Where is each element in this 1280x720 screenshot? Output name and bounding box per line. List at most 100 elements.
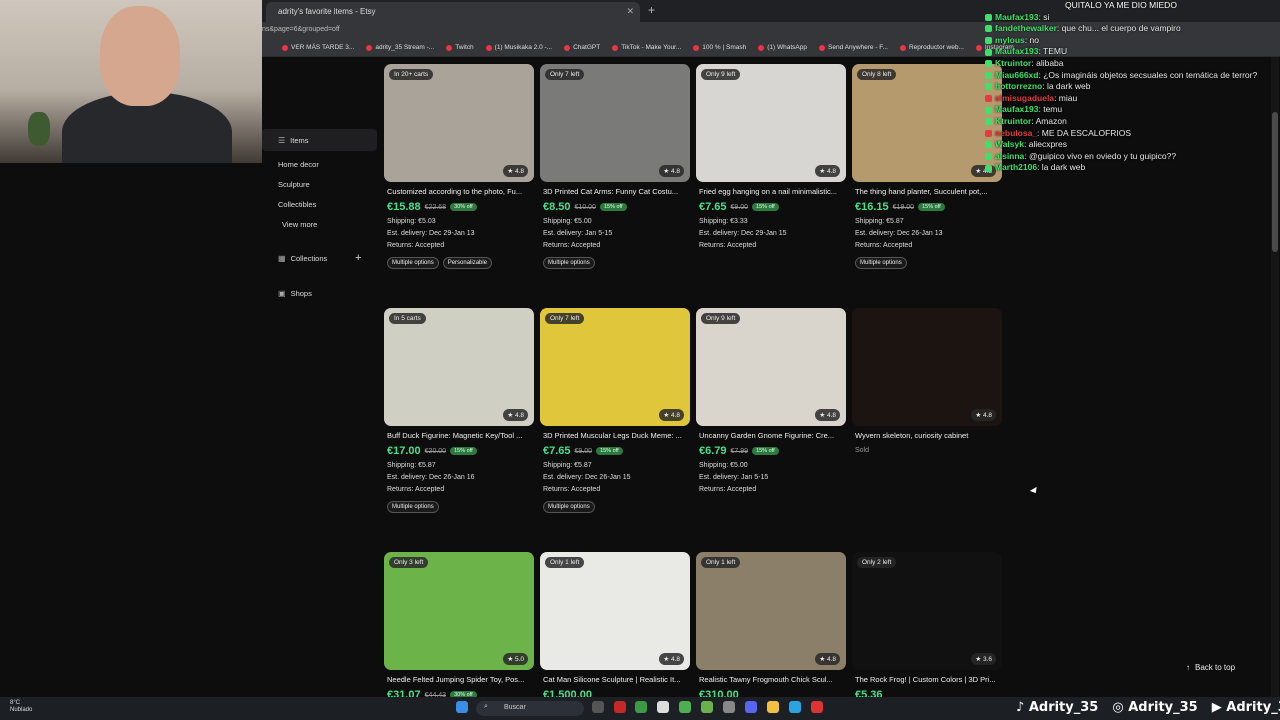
bookmark-item[interactable]: adrity_35 Stream -... (366, 44, 434, 51)
shipping-info: Shipping: €5.87 (384, 462, 534, 469)
bookmark-item[interactable]: TikTok - Make Your... (612, 44, 681, 51)
scrollbar-thumb[interactable] (1272, 112, 1278, 252)
product-card[interactable]: In 5 carts ★ 4.8 Buff Duck Figurine: Magne… (384, 308, 534, 513)
product-title[interactable]: The Rock Frog! | Custom Colors | 3D Pri.… (852, 675, 1002, 684)
delivery-info: Est. delivery: Dec 29-Jan 15 (696, 230, 846, 237)
windows-start-icon[interactable] (456, 701, 468, 713)
product-image[interactable]: Only 7 left ★ 4.8 (540, 64, 690, 182)
product-title[interactable]: Realistic Tawny Frogmouth Chick Scul... (696, 675, 846, 684)
grid-icon: ▦ (278, 254, 286, 263)
product-card[interactable]: Only 9 left ★ 4.8 Uncanny Garden Gnome Fig… (696, 308, 846, 493)
option-chip[interactable]: Multiple options (387, 501, 439, 513)
option-chip[interactable]: Multiple options (543, 257, 595, 269)
product-card[interactable]: Only 1 left ★ 4.8 Cat Man Silicone Sculptu… (540, 552, 690, 701)
taskbar-search[interactable]: ⌕ Buscar (476, 701, 584, 716)
product-title[interactable]: Cat Man Silicone Sculpture | Realistic I… (540, 675, 690, 684)
chat-text: alibaba (1036, 57, 1064, 68)
sidebar-item-collectibles[interactable]: Collectibles (278, 200, 316, 209)
returns-info: Returns: Accepted (384, 486, 534, 493)
stock-badge: Only 9 left (701, 69, 741, 80)
product-title[interactable]: 3D Printed Muscular Legs Duck Meme: ... (540, 431, 690, 440)
product-image[interactable]: In 20+ carts ★ 4.8 (384, 64, 534, 182)
product-title[interactable]: 3D Printed Cat Arms: Funny Cat Costu... (540, 187, 690, 196)
product-image[interactable]: Only 8 left ★ 4.8 (852, 64, 1002, 182)
discount-badge: 30% off (450, 203, 477, 211)
sidebar-item-items[interactable]: ☰ Items (262, 129, 377, 151)
product-title[interactable]: Needle Felted Jumping Spider Toy, Pos... (384, 675, 534, 684)
option-chips: Multiple options (540, 501, 690, 513)
shipping-info: Shipping: €5.00 (540, 218, 690, 225)
product-image[interactable]: Only 1 left ★ 4.8 (540, 552, 690, 670)
app-icon[interactable] (811, 701, 823, 713)
product-image[interactable]: Only 3 left ★ 5.0 (384, 552, 534, 670)
product-image[interactable]: Only 9 left ★ 4.8 (696, 64, 846, 182)
option-chip[interactable]: Personalizable (442, 257, 493, 269)
close-tab-icon[interactable]: ✕ (626, 6, 634, 17)
sidebar-item-collections[interactable]: ▦ Collections (278, 254, 327, 263)
new-tab-icon[interactable]: + (648, 3, 655, 17)
discord-icon[interactable] (745, 701, 757, 713)
edge-icon[interactable] (789, 701, 801, 713)
app-icon[interactable] (723, 701, 735, 713)
bookmark-item[interactable]: (1) WhatsApp (758, 44, 807, 51)
product-card[interactable]: ★ 4.8 Wyvern skeleton, curiosity cabinet S… (852, 308, 1002, 454)
product-image[interactable]: Only 2 left ★ 3.6 (852, 552, 1002, 670)
task-view-icon[interactable] (592, 701, 604, 713)
sidebar-item-sculpture[interactable]: Sculpture (278, 180, 310, 189)
chat-message: Maufax193: TEMU (985, 46, 1280, 58)
rating-badge: ★ 4.8 (971, 409, 996, 421)
rating-badge: ★ 4.8 (815, 165, 840, 177)
bookmark-item[interactable]: (1) Musikaka 2.0 -... (485, 44, 552, 51)
product-card[interactable]: Only 8 left ★ 4.8 The thing hand planter, … (852, 64, 1002, 269)
product-image[interactable]: Only 7 left ★ 4.8 (540, 308, 690, 426)
rating-badge: ★ 4.8 (659, 653, 684, 665)
add-collection-icon[interactable]: + (355, 252, 361, 264)
chat-username: Maufax193 (995, 46, 1039, 57)
product-title[interactable]: Wyvern skeleton, curiosity cabinet (852, 431, 1002, 440)
view-more-link[interactable]: View more (282, 220, 317, 229)
sidebar-item-label: Sculpture (278, 180, 310, 189)
product-image[interactable]: ★ 4.8 (852, 308, 1002, 426)
product-card[interactable]: Only 1 left ★ 4.8 Realistic Tawny Frogmout… (696, 552, 846, 701)
file-icon[interactable] (657, 701, 669, 713)
product-title[interactable]: Customized according to the photo, Fu... (384, 187, 534, 196)
weather-desc: Nublado (10, 707, 33, 713)
product-card[interactable]: In 20+ carts ★ 4.8 Customized according to… (384, 64, 534, 269)
product-card[interactable]: Only 9 left ★ 4.8 Fried egg hanging on a n… (696, 64, 846, 249)
product-title[interactable]: Uncanny Garden Gnome Figurine: Cre... (696, 431, 846, 440)
returns-label: Returns: (543, 242, 570, 249)
bookmark-item[interactable]: ChatGPT (564, 44, 600, 51)
product-card[interactable]: Only 2 left ★ 3.6 The Rock Frog! | Custom … (852, 552, 1002, 701)
option-chip[interactable]: Multiple options (855, 257, 907, 269)
sidebar-item-home-decor[interactable]: Home decor (278, 160, 319, 169)
chrome-icon[interactable] (635, 701, 647, 713)
product-title[interactable]: The thing hand planter, Succulent pot,..… (852, 187, 1002, 196)
tab-title: adrity's favorite items - Etsy (278, 7, 376, 16)
option-chip[interactable]: Multiple options (387, 257, 439, 269)
product-image[interactable]: Only 1 left ★ 4.8 (696, 552, 846, 670)
back-to-top-button[interactable]: ↑ Back to top (1178, 658, 1268, 676)
weather-widget[interactable]: 8°C Nublado (10, 700, 32, 714)
browser-tab[interactable]: adrity's favorite items - Etsy ✕ (266, 2, 640, 22)
product-image[interactable]: Only 9 left ★ 4.8 (696, 308, 846, 426)
product-card[interactable]: Only 3 left ★ 5.0 Needle Felted Jumping Sp… (384, 552, 534, 701)
app-icon[interactable] (679, 701, 691, 713)
product-title[interactable]: Fried egg hanging on a nail minimalistic… (696, 187, 846, 196)
rating-badge: ★ 5.0 (503, 653, 528, 665)
product-card[interactable]: Only 7 left ★ 4.8 3D Printed Cat Arms: Fun… (540, 64, 690, 269)
bookmark-item[interactable]: Send Anywhere - F... (819, 44, 888, 51)
bookmark-item[interactable]: Reproductor web... (899, 44, 964, 51)
product-image[interactable]: In 5 carts ★ 4.8 (384, 308, 534, 426)
opera-icon[interactable] (614, 701, 626, 713)
option-chip[interactable]: Multiple options (543, 501, 595, 513)
product-title[interactable]: Buff Duck Figurine: Magnetic Key/Tool ..… (384, 431, 534, 440)
folder-icon[interactable] (767, 701, 779, 713)
product-card[interactable]: Only 7 left ★ 4.8 3D Printed Muscular Legs… (540, 308, 690, 513)
search-icon: ⌕ (484, 703, 488, 710)
bookmark-item[interactable]: Twitch (446, 44, 474, 51)
bookmark-item[interactable]: VER MÁS TARDE 3... (282, 44, 354, 51)
sidebar-item-shops[interactable]: ▣ Shops (278, 289, 312, 298)
chat-message: Maufax193: temu (985, 104, 1280, 116)
minecraft-icon[interactable] (701, 701, 713, 713)
bookmark-item[interactable]: 100 % | Smash (693, 44, 746, 51)
